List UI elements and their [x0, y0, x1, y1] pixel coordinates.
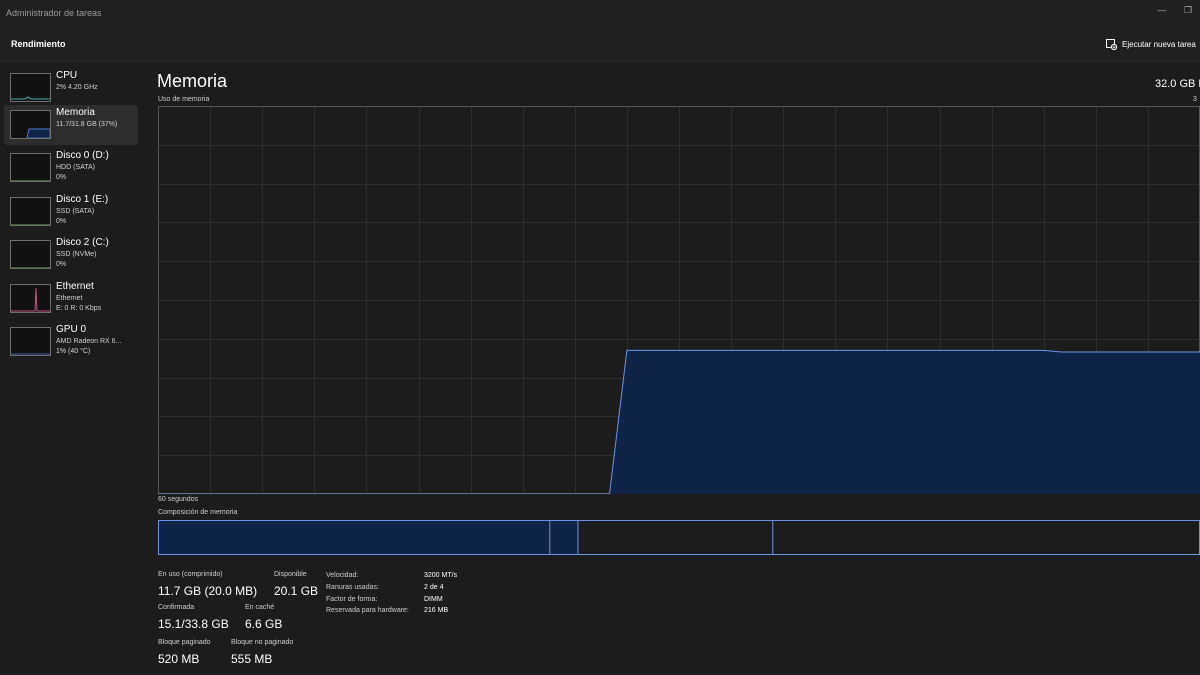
- cpu-graph-icon: [10, 73, 51, 102]
- paged-pool-value: 520 MB: [158, 652, 200, 666]
- sidebar-item-usage: 0%: [56, 218, 67, 225]
- memory-composition-bar: [158, 520, 1200, 555]
- page-heading-memory: Memoria: [157, 71, 228, 91]
- sidebar-item-memoria[interactable]: Memoria 11.7/31.8 GB (37%): [4, 105, 138, 145]
- cached-value: 6.6 GB: [245, 617, 283, 631]
- non-paged-pool-value: 555 MB: [231, 652, 273, 666]
- sidebar-item-name: Disco 2 (C:): [56, 237, 109, 248]
- sidebar-item-disco-2-c[interactable]: Disco 2 (C:) SSD (NVMe) 0%: [4, 235, 138, 275]
- form-factor-label: Factor de forma:: [326, 596, 378, 603]
- memory-capacity: 32.0 GB D: [1155, 78, 1200, 90]
- disk-graph-icon: [10, 240, 51, 269]
- time-span-label: 60 segundos: [158, 496, 199, 503]
- sidebar-item-name: GPU 0: [56, 324, 87, 335]
- speed-value: 3200 MT/s: [424, 572, 458, 579]
- slots-used-label: Ranuras usadas:: [326, 584, 379, 591]
- slots-used-value: 2 de 4: [424, 584, 444, 591]
- sidebar-item-detail: 2% 4.20 GHz: [56, 84, 98, 91]
- sidebar-item-name: CPU: [56, 70, 78, 81]
- sidebar-item-name: Ethernet: [56, 281, 94, 292]
- memory-usage-graph: [158, 106, 1200, 494]
- gpu-graph-icon: [10, 327, 51, 356]
- disk-graph-icon: [10, 153, 51, 182]
- sidebar-item-detail: AMD Radeon RX 6...: [56, 338, 122, 345]
- hardware-reserved-label: Reservada para hardware:: [326, 607, 409, 614]
- disk-graph-icon: [10, 197, 51, 226]
- sidebar-item-disco-0-d[interactable]: Disco 0 (D:) HDD (SATA) 0%: [4, 148, 138, 188]
- sidebar-item-detail: 11.7/31.8 GB (37%): [56, 121, 118, 128]
- sidebar-item-usage: 0%: [56, 261, 67, 268]
- composition-in-use: [159, 521, 550, 554]
- composition-modified: [550, 521, 578, 554]
- run-new-task-label: Ejecutar nueva tarea: [1122, 39, 1196, 49]
- network-graph-icon: [10, 284, 51, 313]
- committed-label: Confirmada: [158, 604, 195, 611]
- speed-label: Velocidad:: [326, 572, 359, 579]
- sidebar-item-name: Disco 0 (D:): [56, 150, 109, 161]
- in-use-label: En uso (comprimido): [158, 571, 223, 578]
- sidebar-item-usage: 0%: [56, 174, 67, 181]
- sidebar-item-detail: SSD (NVMe): [56, 251, 97, 258]
- run-new-task-button[interactable]: Ejecutar nueva tarea: [1106, 37, 1196, 51]
- sidebar-item-cpu[interactable]: CPU 2% 4.20 GHz: [4, 68, 138, 108]
- non-paged-pool-label: Bloque no paginado: [231, 639, 294, 646]
- window-title: Administrador de tareas: [6, 8, 102, 18]
- sidebar-item-gpu-0[interactable]: GPU 0 AMD Radeon RX 6... 1% (40 °C): [4, 322, 138, 362]
- available-label: Disponible: [274, 571, 307, 578]
- title-bar: Administrador de tareas — ❐: [0, 0, 1200, 26]
- main-panel: Memoria 32.0 GB D Uso de memoria 3 60 se…: [146, 62, 1200, 675]
- sidebar-item-name: Disco 1 (E:): [56, 194, 109, 205]
- sidebar-item-detail: HDD (SATA): [56, 164, 96, 171]
- sidebar-item-disco-1-e[interactable]: Disco 1 (E:) SSD (SATA) 0%: [4, 192, 138, 232]
- sidebar-item-usage: 1% (40 °C): [56, 348, 91, 355]
- sidebar: CPU 2% 4.20 GHz Memoria 11.7/31.8 GB (37%) D…: [0, 62, 146, 675]
- sidebar-item-ethernet[interactable]: Ethernet Ethernet E: 0 R: 0 Kbps: [4, 279, 138, 319]
- hardware-reserved-value: 216 MB: [424, 607, 449, 614]
- minimize-icon[interactable]: —: [1155, 3, 1169, 17]
- sidebar-item-usage: E: 0 R: 0 Kbps: [56, 305, 102, 312]
- cached-label: En caché: [245, 604, 275, 611]
- new-task-icon: [1106, 38, 1117, 50]
- available-value: 20.1 GB: [274, 584, 319, 598]
- paged-pool-label: Bloque paginado: [158, 639, 211, 646]
- memory-graph-icon: [10, 110, 51, 139]
- usage-graph-max-label: 3: [1193, 96, 1197, 103]
- page-title: Rendimiento: [11, 39, 66, 49]
- composition-label: Composición de memoria: [158, 509, 238, 516]
- sidebar-item-name: Memoria: [56, 107, 95, 118]
- sidebar-item-detail: SSD (SATA): [56, 208, 95, 215]
- committed-value: 15.1/33.8 GB: [158, 617, 229, 631]
- form-factor-value: DIMM: [424, 596, 443, 603]
- restore-icon[interactable]: ❐: [1181, 3, 1195, 17]
- usage-graph-label: Uso de memoria: [158, 96, 210, 103]
- in-use-value: 11.7 GB (20.0 MB): [158, 584, 258, 598]
- sidebar-item-detail: Ethernet: [56, 295, 83, 302]
- toolbar: Rendimiento Ejecutar nueva tarea: [0, 26, 1200, 62]
